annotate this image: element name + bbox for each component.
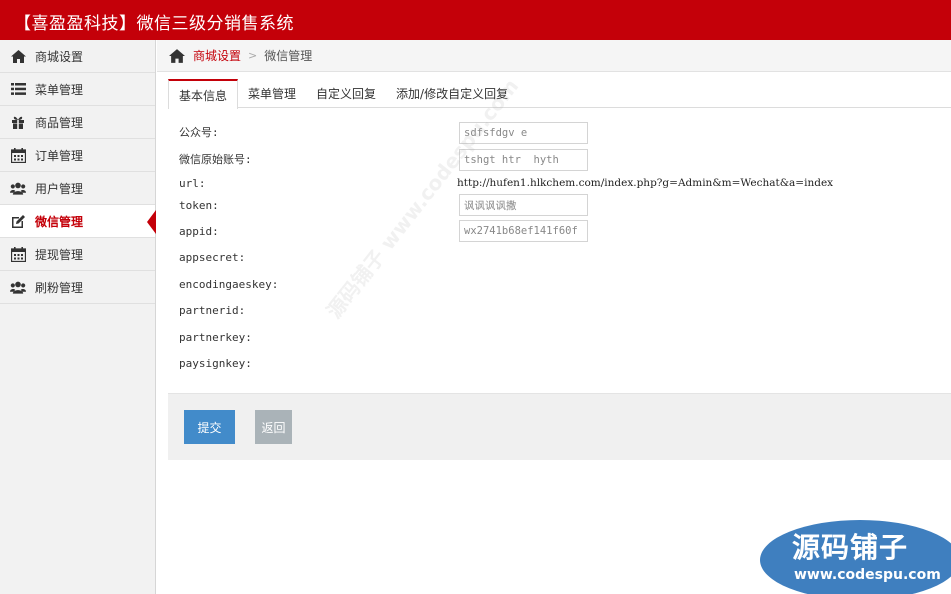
sidebar-item-menu-management[interactable]: 菜单管理	[0, 73, 155, 106]
sidebar-item-user-management[interactable]: 用户管理	[0, 172, 155, 205]
form-row-partnerid: partnerid:	[179, 300, 245, 320]
breadcrumb-link-mall-settings[interactable]: 商城设置	[193, 47, 241, 64]
public-account-input[interactable]	[459, 122, 588, 144]
users-icon	[10, 180, 26, 196]
gift-icon	[10, 114, 26, 130]
sidebar-item-label: 商城设置	[35, 49, 84, 64]
form-row-paysignkey: paysignkey:	[179, 353, 252, 373]
public-account-label: 公众号:	[179, 126, 219, 139]
top-header-bar: 【喜盈盈科技】微信三级分销售系统	[0, 0, 951, 40]
list-icon	[10, 81, 26, 97]
form-row-appid: appid:	[179, 221, 219, 241]
sidebar-item-fan-boost-management[interactable]: 刷粉管理	[0, 271, 155, 304]
sidebar-item-withdrawal-management[interactable]: 提现管理	[0, 238, 155, 271]
appid-input[interactable]	[459, 220, 588, 242]
submit-button[interactable]: 提交	[184, 410, 235, 444]
sidebar-item-label: 订单管理	[35, 148, 84, 163]
sidebar-item-label: 提现管理	[35, 247, 84, 262]
codespu-watermark-badge: 源码铺子 www.codespu.com	[760, 520, 951, 594]
sidebar-item-label: 用户管理	[35, 181, 84, 196]
appsecret-label: appsecret:	[179, 250, 246, 264]
form-row-partnerkey: partnerkey:	[179, 327, 252, 347]
url-value: http://hufen1.hlkchem.com/index.php?g=Ad…	[457, 177, 834, 189]
form-row-public-account: 公众号:	[179, 122, 219, 142]
breadcrumb-separator: >	[248, 49, 258, 62]
tab-bar: 基本信息 菜单管理 自定义回复 添加/修改自定义回复	[168, 79, 951, 109]
sidebar-item-label: 菜单管理	[35, 82, 84, 97]
form-actions: 提交 返回	[168, 393, 951, 460]
badge-url-text: www.codespu.com	[794, 567, 941, 583]
sidebar-item-label: 商品管理	[35, 115, 84, 130]
form-row-encodingaeskey: encodingaeskey:	[179, 274, 278, 294]
sidebar-item-label: 刷粉管理	[35, 280, 84, 295]
calendar-icon	[10, 246, 26, 262]
encodingaeskey-label: encodingaeskey:	[179, 277, 279, 291]
sidebar: 商城设置 菜单管理 商品管理 订单管理 用户管理 微信管理 提现管理 刷粉管理	[0, 40, 156, 594]
token-input[interactable]	[459, 194, 588, 216]
tab-custom-reply[interactable]: 自定义回复	[306, 79, 386, 108]
sidebar-item-order-management[interactable]: 订单管理	[0, 139, 155, 172]
form-row-original-id: 微信原始账号:	[179, 149, 252, 169]
back-button[interactable]: 返回	[255, 410, 292, 444]
form-row-url: url:	[179, 173, 206, 193]
sidebar-item-mall-settings[interactable]: 商城设置	[0, 40, 155, 73]
original-id-input[interactable]	[459, 149, 588, 171]
tab-basic-info[interactable]: 基本信息	[168, 79, 239, 109]
appid-label: appid:	[179, 224, 219, 238]
tab-menu-management[interactable]: 菜单管理	[238, 79, 306, 108]
sidebar-item-wechat-management[interactable]: 微信管理	[0, 205, 156, 238]
partnerkey-label: partnerkey:	[179, 330, 252, 344]
home-icon	[10, 48, 26, 64]
calendar-icon	[10, 147, 26, 163]
sidebar-item-product-management[interactable]: 商品管理	[0, 106, 155, 139]
tab-add-edit-custom-reply[interactable]: 添加/修改自定义回复	[386, 79, 518, 108]
paysignkey-label: paysignkey:	[179, 356, 252, 370]
form-row-appsecret: appsecret:	[179, 247, 245, 267]
breadcrumb: 商城设置 > 微信管理	[157, 40, 951, 72]
token-label: token:	[179, 198, 219, 212]
breadcrumb-current: 微信管理	[264, 49, 313, 63]
app-title: 【喜盈盈科技】微信三级分销售系统	[14, 14, 294, 34]
original-id-label: 微信原始账号:	[179, 153, 252, 166]
partnerid-label: partnerid:	[179, 303, 246, 317]
home-icon[interactable]	[169, 48, 185, 63]
badge-main-text: 源码铺子	[792, 531, 909, 564]
users-icon	[10, 279, 26, 295]
sidebar-item-label: 微信管理	[35, 214, 84, 229]
edit-icon	[10, 213, 26, 229]
form-row-token: token:	[179, 195, 219, 215]
url-label: url:	[179, 176, 206, 190]
